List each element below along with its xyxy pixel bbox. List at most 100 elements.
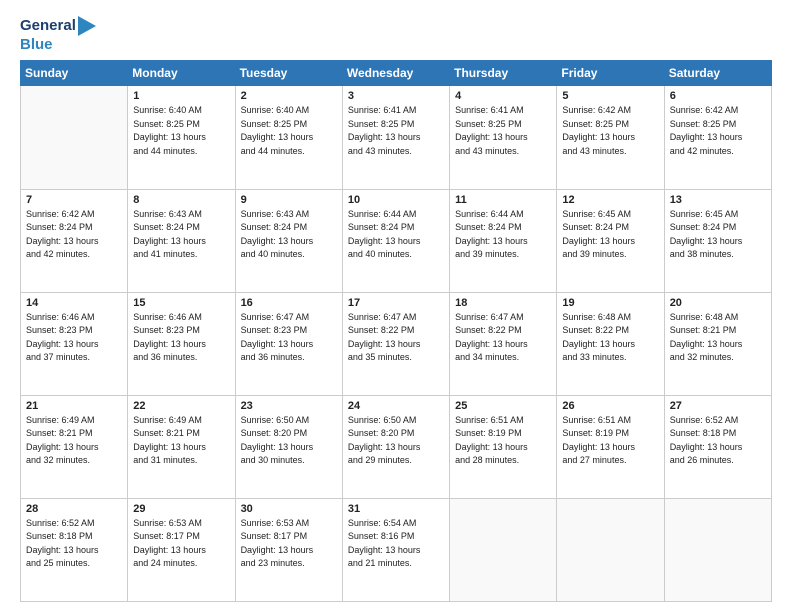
page: General Blue SundayMondayTuesdayWednesda… xyxy=(0,0,792,612)
day-info: Sunrise: 6:53 AM Sunset: 8:17 PM Dayligh… xyxy=(133,517,229,571)
logo-arrow-icon xyxy=(78,16,96,36)
day-number: 15 xyxy=(133,297,229,309)
calendar-cell: 10Sunrise: 6:44 AM Sunset: 8:24 PM Dayli… xyxy=(342,189,449,292)
day-info: Sunrise: 6:40 AM Sunset: 8:25 PM Dayligh… xyxy=(133,104,229,158)
day-info: Sunrise: 6:52 AM Sunset: 8:18 PM Dayligh… xyxy=(670,414,766,468)
day-info: Sunrise: 6:49 AM Sunset: 8:21 PM Dayligh… xyxy=(26,414,122,468)
day-number: 10 xyxy=(348,194,444,206)
day-number: 31 xyxy=(348,503,444,515)
week-row-2: 7 Sunrise: 6:42 AM Sunset: 8:24 PM Daylig… xyxy=(21,189,772,292)
day-info: Sunrise: 6:40 AM Sunset: 8:25 PM Dayligh… xyxy=(241,104,337,158)
day-info: Sunrise: 6:42 AM Sunset: 8:24 PM Dayligh… xyxy=(26,208,122,262)
weekday-header-sunday: Sunday xyxy=(21,61,128,86)
day-info: Sunrise: 6:45 AM Sunset: 8:24 PM Dayligh… xyxy=(562,208,658,262)
day-number: 1 xyxy=(133,90,229,102)
day-number: 24 xyxy=(348,400,444,412)
day-number: 3 xyxy=(348,90,444,102)
day-info: Sunrise: 6:49 AM Sunset: 8:21 PM Dayligh… xyxy=(133,414,229,468)
day-info: Sunrise: 6:47 AM Sunset: 8:23 PM Dayligh… xyxy=(241,311,337,365)
calendar-cell: 24 Sunrise: 6:50 AM Sunset: 8:20 PM Dayli… xyxy=(342,395,449,498)
day-info: Sunrise: 6:43 AM Sunset: 8:24 PM Dayligh… xyxy=(241,208,337,262)
calendar-cell: 13 Sunrise: 6:45 AM Sunset: 8:24 PM Dayli… xyxy=(664,189,771,292)
calendar-cell xyxy=(21,86,128,189)
weekday-header-thursday: Thursday xyxy=(450,61,557,86)
day-info: Sunrise: 6:54 AM Sunset: 8:16 PM Dayligh… xyxy=(348,517,444,571)
calendar-cell: 14Sunrise: 6:46 AM Sunset: 8:23 PM Dayli… xyxy=(21,292,128,395)
day-number: 25 xyxy=(455,400,551,412)
day-number: 4 xyxy=(455,90,551,102)
day-number: 23 xyxy=(241,400,337,412)
calendar-cell xyxy=(664,498,771,601)
week-row-3: 14Sunrise: 6:46 AM Sunset: 8:23 PM Dayli… xyxy=(21,292,772,395)
day-number: 5 xyxy=(562,90,658,102)
weekday-header-wednesday: Wednesday xyxy=(342,61,449,86)
day-number: 28 xyxy=(26,503,122,515)
day-info: Sunrise: 6:48 AM Sunset: 8:21 PM Dayligh… xyxy=(670,311,766,365)
day-number: 22 xyxy=(133,400,229,412)
weekday-header-row: SundayMondayTuesdayWednesdayThursdayFrid… xyxy=(21,61,772,86)
day-info: Sunrise: 6:50 AM Sunset: 8:20 PM Dayligh… xyxy=(348,414,444,468)
day-number: 13 xyxy=(670,194,766,206)
day-info: Sunrise: 6:42 AM Sunset: 8:25 PM Dayligh… xyxy=(670,104,766,158)
day-number: 16 xyxy=(241,297,337,309)
day-number: 17 xyxy=(348,297,444,309)
calendar-cell: 20Sunrise: 6:48 AM Sunset: 8:21 PM Dayli… xyxy=(664,292,771,395)
calendar-cell: 8Sunrise: 6:43 AM Sunset: 8:24 PM Daylig… xyxy=(128,189,235,292)
day-number: 11 xyxy=(455,194,551,206)
day-info: Sunrise: 6:46 AM Sunset: 8:23 PM Dayligh… xyxy=(26,311,122,365)
day-number: 9 xyxy=(241,194,337,206)
week-row-4: 21 Sunrise: 6:49 AM Sunset: 8:21 PM Dayli… xyxy=(21,395,772,498)
calendar-cell: 12 Sunrise: 6:45 AM Sunset: 8:24 PM Dayli… xyxy=(557,189,664,292)
header: General Blue xyxy=(20,16,772,54)
day-number: 7 xyxy=(26,194,122,206)
day-number: 21 xyxy=(26,400,122,412)
calendar-cell: 28 Sunrise: 6:52 AM Sunset: 8:18 PM Dayli… xyxy=(21,498,128,601)
calendar-cell: 18 Sunrise: 6:47 AM Sunset: 8:22 PM Dayli… xyxy=(450,292,557,395)
calendar-cell: 2 Sunrise: 6:40 AM Sunset: 8:25 PM Daylig… xyxy=(235,86,342,189)
day-info: Sunrise: 6:53 AM Sunset: 8:17 PM Dayligh… xyxy=(241,517,337,571)
day-number: 8 xyxy=(133,194,229,206)
week-row-1: 1 Sunrise: 6:40 AM Sunset: 8:25 PM Daylig… xyxy=(21,86,772,189)
calendar-cell: 22 Sunrise: 6:49 AM Sunset: 8:21 PM Dayli… xyxy=(128,395,235,498)
day-info: Sunrise: 6:48 AM Sunset: 8:22 PM Dayligh… xyxy=(562,311,658,365)
day-number: 2 xyxy=(241,90,337,102)
calendar-cell: 17Sunrise: 6:47 AM Sunset: 8:22 PM Dayli… xyxy=(342,292,449,395)
day-number: 27 xyxy=(670,400,766,412)
day-info: Sunrise: 6:51 AM Sunset: 8:19 PM Dayligh… xyxy=(562,414,658,468)
day-info: Sunrise: 6:45 AM Sunset: 8:24 PM Dayligh… xyxy=(670,208,766,262)
calendar-cell: 21 Sunrise: 6:49 AM Sunset: 8:21 PM Dayli… xyxy=(21,395,128,498)
calendar-cell: 23Sunrise: 6:50 AM Sunset: 8:20 PM Dayli… xyxy=(235,395,342,498)
calendar-cell: 19Sunrise: 6:48 AM Sunset: 8:22 PM Dayli… xyxy=(557,292,664,395)
weekday-header-saturday: Saturday xyxy=(664,61,771,86)
day-info: Sunrise: 6:42 AM Sunset: 8:25 PM Dayligh… xyxy=(562,104,658,158)
week-row-5: 28 Sunrise: 6:52 AM Sunset: 8:18 PM Dayli… xyxy=(21,498,772,601)
day-info: Sunrise: 6:41 AM Sunset: 8:25 PM Dayligh… xyxy=(455,104,551,158)
weekday-header-monday: Monday xyxy=(128,61,235,86)
calendar-cell: 3 Sunrise: 6:41 AM Sunset: 8:25 PM Daylig… xyxy=(342,86,449,189)
calendar-cell: 15 Sunrise: 6:46 AM Sunset: 8:23 PM Dayli… xyxy=(128,292,235,395)
day-number: 6 xyxy=(670,90,766,102)
calendar-cell: 6 Sunrise: 6:42 AM Sunset: 8:25 PM Daylig… xyxy=(664,86,771,189)
day-info: Sunrise: 6:44 AM Sunset: 8:24 PM Dayligh… xyxy=(455,208,551,262)
weekday-header-tuesday: Tuesday xyxy=(235,61,342,86)
calendar-cell: 27 Sunrise: 6:52 AM Sunset: 8:18 PM Dayli… xyxy=(664,395,771,498)
logo: General Blue xyxy=(20,16,96,54)
day-info: Sunrise: 6:47 AM Sunset: 8:22 PM Dayligh… xyxy=(455,311,551,365)
weekday-header-friday: Friday xyxy=(557,61,664,86)
day-info: Sunrise: 6:46 AM Sunset: 8:23 PM Dayligh… xyxy=(133,311,229,365)
day-number: 30 xyxy=(241,503,337,515)
calendar-cell: 30 Sunrise: 6:53 AM Sunset: 8:17 PM Dayli… xyxy=(235,498,342,601)
day-info: Sunrise: 6:41 AM Sunset: 8:25 PM Dayligh… xyxy=(348,104,444,158)
logo-text: General Blue xyxy=(20,16,96,54)
day-info: Sunrise: 6:52 AM Sunset: 8:18 PM Dayligh… xyxy=(26,517,122,571)
calendar-cell: 29 Sunrise: 6:53 AM Sunset: 8:17 PM Dayli… xyxy=(128,498,235,601)
calendar-cell: 7 Sunrise: 6:42 AM Sunset: 8:24 PM Daylig… xyxy=(21,189,128,292)
calendar: SundayMondayTuesdayWednesdayThursdayFrid… xyxy=(20,60,772,602)
calendar-cell: 9 Sunrise: 6:43 AM Sunset: 8:24 PM Daylig… xyxy=(235,189,342,292)
calendar-cell: 11 Sunrise: 6:44 AM Sunset: 8:24 PM Dayli… xyxy=(450,189,557,292)
day-number: 18 xyxy=(455,297,551,309)
calendar-cell: 5 Sunrise: 6:42 AM Sunset: 8:25 PM Daylig… xyxy=(557,86,664,189)
day-number: 12 xyxy=(562,194,658,206)
day-number: 29 xyxy=(133,503,229,515)
calendar-cell: 16 Sunrise: 6:47 AM Sunset: 8:23 PM Dayli… xyxy=(235,292,342,395)
